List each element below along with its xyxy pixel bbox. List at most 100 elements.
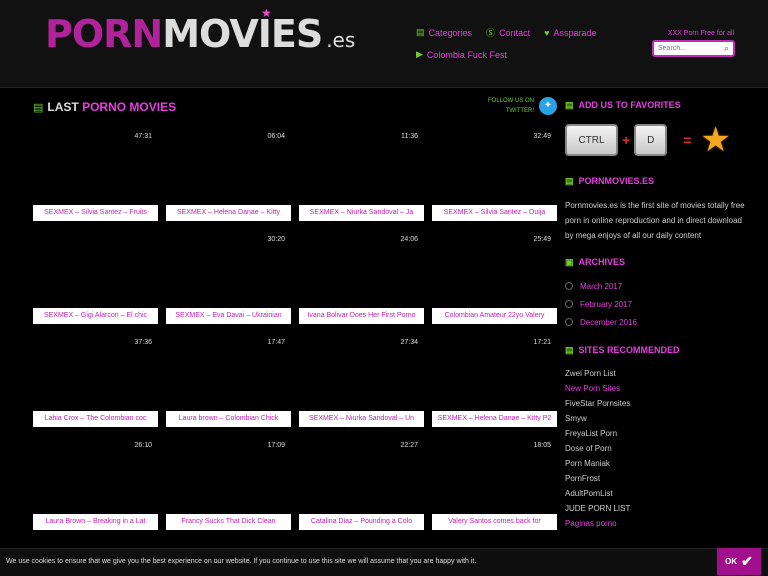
favorites-title: ADD US TO FAVORITES <box>578 100 681 110</box>
video-duration: 17:21 <box>533 339 551 346</box>
heart-icon: ♥ <box>544 27 550 38</box>
archive-link[interactable]: February 2017 <box>580 300 632 309</box>
video-card[interactable]: 22:27 Catalina Diaz – Pounding a Colo <box>299 440 424 530</box>
site-link[interactable]: Dose of Porn <box>565 441 745 456</box>
archive-link[interactable]: December 2016 <box>580 318 637 327</box>
nav-contact-label: Contact <box>499 27 531 38</box>
search-icon[interactable]: ⌕ <box>720 43 733 54</box>
sites-heading: ▤ SITES RECOMMENDED <box>565 343 745 357</box>
video-title[interactable]: SEXMEX – Gigi Alarcon – El chic <box>33 308 158 324</box>
skype-icon: Ⓢ <box>486 28 496 38</box>
nav-categories[interactable]: ▤ Categories <box>416 26 472 39</box>
video-title[interactable]: SEXMEX – Silvia Santez – Fruits <box>33 205 158 221</box>
about-text: Pornmovies.es is the first site of movie… <box>565 201 745 240</box>
top-navigation: ▤ Categories Ⓢ Contact ♥ Assparade ▶ Colombi… <box>416 26 626 60</box>
video-card[interactable]: 26:10 Laura Brown – Breaking in a Lat <box>33 440 158 530</box>
nav-assparade-label: Assparade <box>553 27 597 38</box>
video-duration: 22:27 <box>400 442 418 449</box>
archive-icon: ▣ <box>565 256 574 267</box>
film-icon: ▤ <box>33 101 44 114</box>
site-link[interactable]: Porn Maniak <box>565 456 745 471</box>
video-title[interactable]: SEXMEX – Helena Danae – Kitty <box>166 205 291 221</box>
site-logo[interactable]: PORN MOVIES .es ★ <box>45 6 356 56</box>
site-link[interactable]: FiveStar Pornsites <box>565 396 745 411</box>
video-title[interactable]: Laura brown – Colombian Chick <box>166 411 291 427</box>
follow-line1: FOLLOW US ON <box>487 98 534 104</box>
site-link[interactable]: AdultPornList <box>565 486 745 501</box>
site-link[interactable]: Paginas porno <box>565 516 745 531</box>
list-item: December 2016 <box>565 313 745 331</box>
nav-assparade[interactable]: ♥ Assparade <box>544 26 596 39</box>
logo-star-icon: ★ <box>261 6 272 20</box>
film-icon: ▤ <box>416 27 425 37</box>
video-card[interactable]: 06:04 SEXMEX – Helena Danae – Kitty <box>166 131 291 221</box>
site-link[interactable]: PornFrost <box>565 471 745 486</box>
video-card[interactable]: 18:05 Valery Santos comes back for <box>432 440 557 530</box>
section-heading: ▤ LAST PORNO MOVIES <box>33 100 176 114</box>
video-title[interactable]: SEXMEX – Helena Danae – Kitty P2 <box>432 411 557 427</box>
video-title[interactable]: Valery Santos comes back for <box>432 514 557 530</box>
video-title[interactable]: Francy Sucks That Dick Clean <box>166 514 291 530</box>
nav-colombia-fuck-fest[interactable]: ▶ Colombia Fuck Fest <box>416 49 507 60</box>
video-duration: 06:04 <box>267 133 285 140</box>
video-card[interactable]: SEXMEX – Gigi Alarcon – El chic <box>33 234 158 324</box>
archives-heading: ▣ ARCHIVES <box>565 255 745 269</box>
video-title[interactable]: Colombian Amateur 22yo Valery <box>432 308 557 324</box>
archives-list: March 2017 February 2017 December 2016 <box>565 277 745 331</box>
site-header: PORN MOVIES .es ★ ▤ Categories Ⓢ Contact ♥… <box>0 0 768 88</box>
video-title[interactable]: Catalina Diaz – Pounding a Colo <box>299 514 424 530</box>
bullet-icon <box>565 318 573 326</box>
video-card[interactable]: 32:49 SEXMEX – Silvia Santez – Ouija <box>432 131 557 221</box>
page-title: LAST PORNO MOVIES <box>47 100 176 114</box>
video-title[interactable]: SEXMEX – Niurka Sandoval – Un <box>299 411 424 427</box>
video-title[interactable]: Laura Brown – Breaking in a Lat <box>33 514 158 530</box>
video-title[interactable]: Ivana Bolivar Does Her First Porno <box>299 308 424 324</box>
sites-title: SITES RECOMMENDED <box>578 345 680 355</box>
bullet-icon <box>565 300 573 308</box>
video-card[interactable]: 47:31 SEXMEX – Silvia Santez – Fruits <box>33 131 158 221</box>
video-duration: 32:49 <box>533 133 551 140</box>
search-input[interactable] <box>654 42 720 55</box>
document-icon: ▤ <box>565 175 574 186</box>
video-card[interactable]: 17:47 Laura brown – Colombian Chick <box>166 337 291 427</box>
document-icon: ▤ <box>565 344 574 355</box>
equals-sign: = <box>683 132 692 148</box>
archives-title: ARCHIVES <box>578 257 626 267</box>
twitter-icon[interactable]: ✦ <box>539 97 557 115</box>
about-heading: ▤ PORNMOVIES.ES <box>565 174 745 188</box>
play-icon: ▶ <box>416 49 423 59</box>
about-title: PORNMOVIES.ES <box>578 176 655 186</box>
site-link[interactable]: Zwei Porn List <box>565 366 745 381</box>
video-title[interactable]: SEXMEX – Niurka Sandoval – Ja <box>299 205 424 221</box>
site-link[interactable]: New Porn Sites <box>565 381 745 396</box>
title-highlight: PORNO MOVIES <box>82 100 177 114</box>
logo-part1: PORN <box>45 12 163 56</box>
video-duration: 37:36 <box>134 339 152 346</box>
video-title[interactable]: SEXMEX – Eva Davai – Ukrainian <box>166 308 291 324</box>
title-prefix: LAST <box>47 100 79 114</box>
site-link[interactable]: Smyw <box>565 411 745 426</box>
video-title[interactable]: SEXMEX – Silvia Santez – Ouija <box>432 205 557 221</box>
plus-sign: + <box>622 132 631 148</box>
nav-colombia-label: Colombia Fuck Fest <box>426 49 507 60</box>
video-card[interactable]: 37:36 Lahia Crox – The Colombian coc <box>33 337 158 427</box>
document-icon: ▤ <box>565 99 574 110</box>
site-tagline: XXX Porn Free for all <box>667 30 734 37</box>
cookie-ok-button[interactable]: OK ✔ <box>717 548 761 575</box>
video-card[interactable]: 17:09 Francy Sucks That Dick Clean <box>166 440 291 530</box>
video-card[interactable]: 24:06 Ivana Bolivar Does Her First Porno <box>299 234 424 324</box>
site-link[interactable]: FreyaList Porn <box>565 426 745 441</box>
follow-twitter-text: FOLLOW US ON TWITTER! <box>484 96 534 116</box>
video-card[interactable]: 11:36 SEXMEX – Niurka Sandoval – Ja <box>299 131 424 221</box>
video-card[interactable]: 25:49 Colombian Amateur 22yo Valery <box>432 234 557 324</box>
site-link[interactable]: JUDE PORN LIST <box>565 501 745 516</box>
nav-contact[interactable]: Ⓢ Contact <box>486 26 530 39</box>
video-title[interactable]: Lahia Crox – The Colombian coc <box>33 411 158 427</box>
video-card[interactable]: 27:34 SEXMEX – Niurka Sandoval – Un <box>299 337 424 427</box>
video-duration: 30:20 <box>267 236 285 243</box>
bookmark-shortcut: CTRL + D = ★ <box>565 122 745 158</box>
video-card[interactable]: 17:21 SEXMEX – Helena Danae – Kitty P2 <box>432 337 557 427</box>
logo-suffix: .es <box>326 28 356 52</box>
video-card[interactable]: 30:20 SEXMEX – Eva Davai – Ukrainian <box>166 234 291 324</box>
archive-link[interactable]: March 2017 <box>580 282 622 291</box>
